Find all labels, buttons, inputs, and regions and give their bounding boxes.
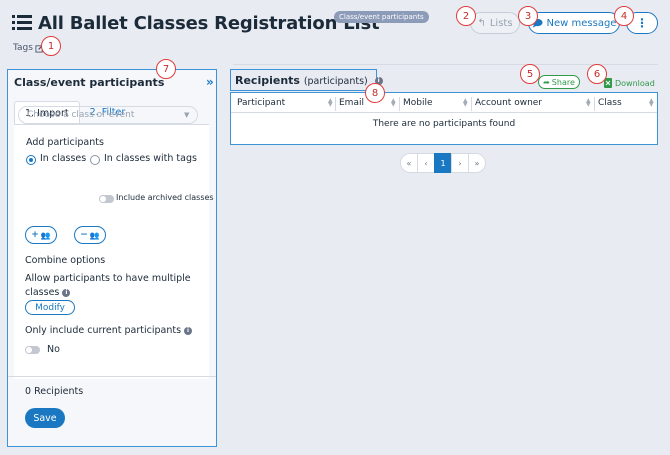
- recipients-title-text: Recipients: [235, 74, 300, 87]
- import-card: Add participants In classes In classes w…: [14, 124, 209, 379]
- first-page-button[interactable]: «: [400, 153, 418, 173]
- callout-2: 2: [456, 6, 476, 26]
- add-group-button[interactable]: + 👥: [25, 226, 57, 244]
- callout-3: 3: [518, 6, 538, 26]
- radio-in-classes[interactable]: [26, 155, 36, 165]
- share-label: Share: [551, 77, 575, 87]
- only-current-label: Only include current participants i: [25, 325, 193, 336]
- column-divider: [399, 97, 400, 111]
- panel-title: Class/event participants: [14, 76, 165, 89]
- include-archived-label: Include archived classes: [116, 193, 214, 202]
- users-icon: 👥: [40, 230, 51, 240]
- next-page-button[interactable]: ›: [451, 153, 469, 173]
- column-header-participant[interactable]: Participant: [237, 98, 285, 108]
- radio-in-classes-with-tags-label: In classes with tags: [104, 153, 197, 164]
- modify-button[interactable]: Modify: [25, 300, 75, 315]
- allow-multiple-label-2: classes i: [25, 287, 71, 298]
- combine-options-label: Combine options: [25, 255, 106, 266]
- collapse-icon[interactable]: »: [206, 75, 214, 89]
- add-participants-label: Add participants: [26, 137, 104, 148]
- radio-in-classes-with-tags[interactable]: [90, 155, 100, 165]
- recipients-title: Recipients (participants) i: [235, 74, 383, 87]
- download-button[interactable]: Download: [604, 78, 655, 88]
- callout-8: 8: [365, 83, 385, 103]
- column-header-class[interactable]: Class: [598, 98, 622, 108]
- sort-icon[interactable]: ▲ ▼: [391, 98, 396, 108]
- new-message-button[interactable]: New message: [528, 12, 620, 34]
- divider: [8, 376, 216, 377]
- lists-button[interactable]: ↰ Lists: [470, 12, 520, 34]
- chevron-down-icon: ▼: [184, 111, 190, 119]
- only-current-toggle[interactable]: [25, 346, 40, 354]
- radio-in-classes-label: In classes: [40, 153, 87, 164]
- share-button[interactable]: ➦ Share: [538, 75, 580, 89]
- callout-1: 1: [41, 36, 61, 56]
- plus-icon: +: [31, 230, 39, 240]
- allow-multiple-label-classes: classes: [25, 287, 60, 298]
- column-header-email[interactable]: Email: [339, 98, 364, 108]
- info-icon[interactable]: i: [62, 288, 71, 297]
- only-current-text: Only include current participants: [25, 325, 182, 336]
- recipients-count: 0 Recipients: [25, 386, 84, 397]
- column-divider: [594, 97, 595, 111]
- download-label: Download: [615, 78, 655, 88]
- tags-row[interactable]: Tags: [13, 43, 44, 53]
- sort-icon[interactable]: ▲ ▼: [649, 98, 654, 108]
- page-title: All Ballet Classes Registration List: [38, 12, 380, 34]
- sort-icon[interactable]: ▲ ▼: [328, 98, 333, 108]
- table-header: Participant ▲ ▼ Email ▲ ▼ Mobile ▲ ▼ Accoun…: [231, 95, 657, 113]
- page-1-button[interactable]: 1: [434, 153, 452, 173]
- pagination: « ‹ 1 › »: [400, 153, 486, 173]
- reply-icon: ↰: [477, 17, 486, 29]
- callout-7: 7: [156, 59, 176, 79]
- tags-label: Tags: [13, 43, 33, 53]
- users-icon: 👥: [89, 230, 100, 240]
- sort-icon[interactable]: ▲ ▼: [463, 98, 468, 108]
- sort-icon[interactable]: ▲ ▼: [586, 98, 591, 108]
- column-header-account-owner[interactable]: Account owner: [475, 98, 542, 108]
- callout-6: 6: [587, 64, 607, 84]
- save-button[interactable]: Save: [25, 408, 65, 428]
- info-icon[interactable]: i: [184, 326, 193, 335]
- recipients-header: Recipients (participants) i: [230, 69, 383, 91]
- recipients-subtitle: (participants): [303, 76, 368, 87]
- last-page-button[interactable]: »: [468, 153, 486, 173]
- column-header-mobile[interactable]: Mobile: [403, 98, 433, 108]
- lists-label: Lists: [489, 17, 513, 29]
- recipients-table: Participant ▲ ▼ Email ▲ ▼ Mobile ▲ ▼ Accoun…: [230, 92, 658, 145]
- remove-group-button[interactable]: − 👥: [74, 226, 106, 244]
- page-header: All Ballet Classes Registration List: [12, 10, 380, 36]
- list-icon: [12, 14, 32, 32]
- only-current-value: No: [47, 344, 60, 355]
- column-divider: [471, 97, 472, 111]
- include-archived-toggle[interactable]: [99, 195, 114, 203]
- allow-multiple-label: Allow participants to have multiple: [25, 273, 191, 284]
- new-message-label: New message: [546, 17, 617, 29]
- list-type-badge: Class/event participants: [334, 11, 429, 23]
- callout-4: 4: [614, 6, 634, 26]
- minus-icon: −: [80, 230, 88, 240]
- callout-5: 5: [520, 64, 540, 84]
- column-divider: [335, 97, 336, 111]
- share-icon: ➦: [543, 77, 550, 87]
- class-select[interactable]: Choose a class or event: [18, 106, 198, 124]
- empty-table-message: There are no participants found: [372, 119, 516, 129]
- previous-page-button[interactable]: ‹: [417, 153, 435, 173]
